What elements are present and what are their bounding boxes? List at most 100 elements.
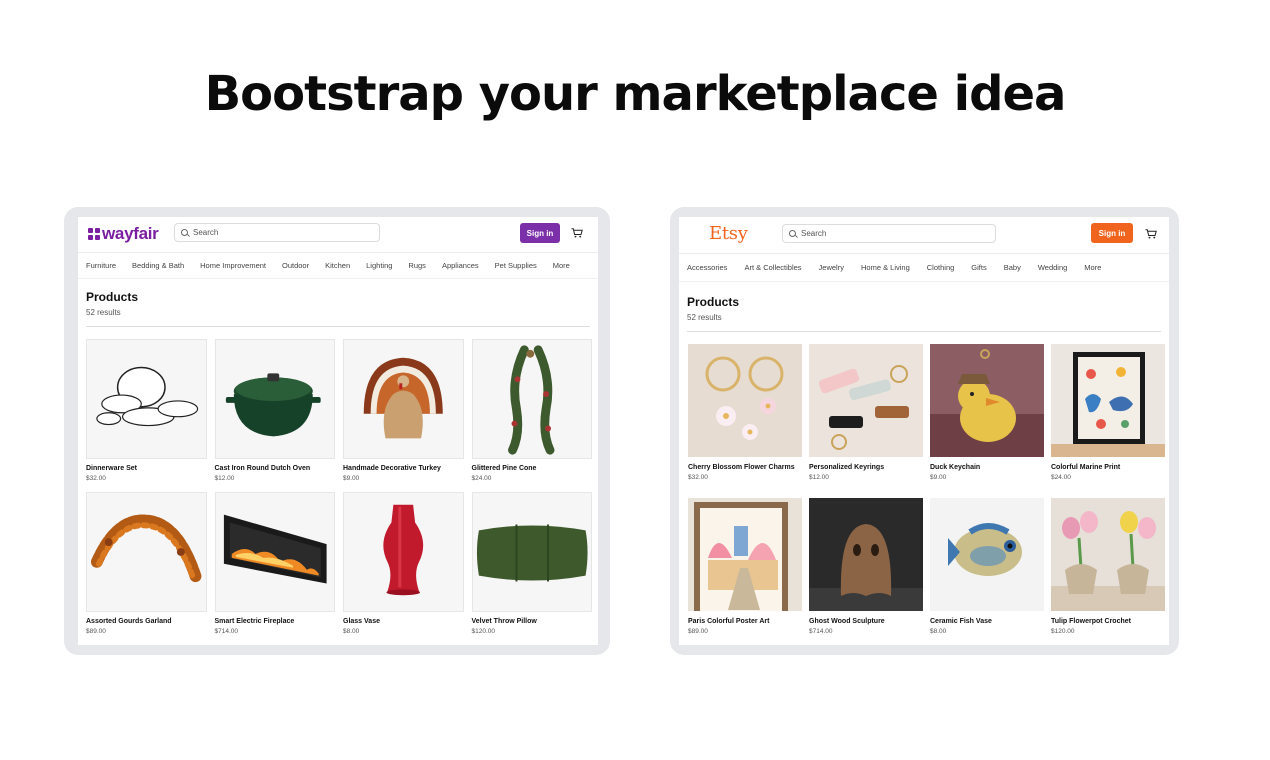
nav-item-rugs[interactable]: Rugs	[408, 261, 426, 270]
product-name: Smart Electric Fireplace	[214, 618, 295, 625]
divider	[687, 331, 1161, 332]
product-card[interactable]: Duck Keychain $9.00	[930, 344, 1044, 498]
dinnerware-image	[86, 339, 207, 459]
product-price: $714.00	[809, 628, 833, 635]
product-price: $9.00	[930, 474, 947, 481]
leaf-garland-image	[86, 492, 207, 612]
wayfair-logo-mark-icon	[88, 228, 100, 240]
nav-item-home-living[interactable]: Home & Living	[861, 263, 910, 272]
product-name: Colorful Marine Print	[1051, 464, 1121, 471]
product-price: $714.00	[214, 628, 239, 635]
product-price: $8.00	[343, 628, 360, 635]
tulip-crochet-image	[1051, 498, 1165, 611]
nav-item-more[interactable]: More	[1084, 263, 1101, 272]
keyrings-image	[809, 344, 923, 457]
wayfair-device-frame: wayfair Search Sign in Furniture Bedding…	[64, 207, 610, 655]
nav-item-home-improvement[interactable]: Home Improvement	[200, 261, 266, 270]
product-name: Ceramic Fish Vase	[930, 618, 992, 625]
etsy-logo[interactable]: Etsy	[709, 223, 748, 244]
nav-item-bedding-bath[interactable]: Bedding & Bath	[132, 261, 184, 270]
product-card[interactable]: Glittered Pine Cone $24.00	[471, 339, 592, 492]
product-price: $120.00	[1051, 628, 1075, 635]
nav-item-lighting[interactable]: Lighting	[366, 261, 392, 270]
product-name: Assorted Gourds Garland	[86, 618, 172, 625]
etsy-header: Etsy Search Sign in	[679, 217, 1169, 254]
etsy-search-input[interactable]: Search	[782, 224, 996, 243]
product-price: $12.00	[809, 474, 829, 481]
cart-icon[interactable]	[571, 228, 583, 238]
product-name: Cast Iron Round Dutch Oven	[214, 465, 311, 472]
search-icon	[789, 230, 796, 237]
fireplace-image	[214, 492, 335, 612]
turkey-image	[343, 339, 464, 459]
nav-item-outdoor[interactable]: Outdoor	[282, 261, 309, 270]
etsy-sign-in-button[interactable]: Sign in	[1091, 223, 1133, 243]
product-card[interactable]: Cherry Blossom Flower Charms $32.00	[688, 344, 802, 498]
search-placeholder: Search	[193, 228, 219, 237]
product-card[interactable]: Handmade Decorative Turkey $9.00	[343, 339, 464, 492]
product-card[interactable]: Paris Colorful Poster Art $89.00	[688, 498, 802, 645]
pillow-image	[471, 492, 592, 612]
nav-item-pet-supplies[interactable]: Pet Supplies	[495, 261, 537, 270]
product-name: Dinnerware Set	[86, 465, 137, 472]
marine-print-image	[1051, 344, 1165, 457]
wayfair-header: wayfair Search Sign in	[78, 217, 598, 253]
keyring-charms-image	[688, 344, 802, 457]
nav-item-kitchen[interactable]: Kitchen	[325, 261, 350, 270]
product-card[interactable]: Colorful Marine Print $24.00	[1051, 344, 1165, 498]
results-count: 52 results	[86, 308, 121, 317]
nav-item-accessories[interactable]: Accessories	[687, 263, 727, 272]
pine-garland-image	[471, 339, 592, 459]
product-card[interactable]: Velvet Throw Pillow $120.00	[471, 492, 592, 645]
nav-item-clothing[interactable]: Clothing	[927, 263, 955, 272]
nav-item-more[interactable]: More	[553, 261, 570, 270]
product-name: Tulip Flowerpot Crochet	[1051, 618, 1131, 625]
product-price: $12.00	[214, 475, 235, 482]
wayfair-screen: wayfair Search Sign in Furniture Bedding…	[78, 217, 598, 645]
paris-poster-image	[688, 498, 802, 611]
product-name: Cherry Blossom Flower Charms	[688, 464, 795, 471]
product-card[interactable]: Glass Vase $8.00	[343, 492, 464, 645]
wayfair-logo[interactable]: wayfair	[88, 224, 159, 244]
product-name: Ghost Wood Sculpture	[809, 618, 885, 625]
product-card[interactable]: Personalized Keyrings $12.00	[809, 344, 923, 498]
results-count: 52 results	[687, 313, 722, 322]
product-name: Duck Keychain	[930, 464, 981, 471]
products-title: Products	[86, 290, 139, 304]
page-headline: Bootstrap your marketplace idea	[204, 66, 1067, 122]
search-placeholder: Search	[801, 229, 827, 238]
red-vase-image	[343, 492, 464, 612]
product-card[interactable]: Assorted Gourds Garland $89.00	[86, 492, 207, 645]
nav-item-appliances[interactable]: Appliances	[442, 261, 479, 270]
duck-keychain-image	[930, 344, 1044, 457]
product-price: $32.00	[688, 474, 708, 481]
product-card[interactable]: Tulip Flowerpot Crochet $120.00	[1051, 498, 1165, 645]
nav-item-wedding[interactable]: Wedding	[1038, 263, 1067, 272]
wayfair-logo-text: wayfair	[102, 224, 159, 243]
cart-icon[interactable]	[1145, 229, 1157, 239]
product-price: $8.00	[930, 628, 947, 635]
nav-item-furniture[interactable]: Furniture	[86, 261, 116, 270]
product-card[interactable]: Cast Iron Round Dutch Oven $12.00	[214, 339, 335, 492]
nav-item-baby[interactable]: Baby	[1004, 263, 1021, 272]
product-card[interactable]: Dinnerware Set $32.00	[86, 339, 207, 492]
nav-item-jewelry[interactable]: Jewelry	[819, 263, 844, 272]
dutch-oven-image	[214, 339, 335, 459]
product-price: $89.00	[86, 628, 106, 635]
wayfair-product-grid: Dinnerware Set $32.00 Cast Iron Round Du…	[86, 339, 592, 645]
product-card[interactable]: Smart Electric Fireplace $714.00	[214, 492, 335, 645]
nav-item-art-collectibles[interactable]: Art & Collectibles	[744, 263, 801, 272]
product-price: $24.00	[1051, 474, 1071, 481]
wayfair-sign-in-button[interactable]: Sign in	[520, 223, 560, 243]
product-name: Paris Colorful Poster Art	[688, 618, 770, 625]
product-price: $32.00	[86, 475, 106, 482]
wayfair-search-input[interactable]: Search	[174, 223, 380, 242]
product-name: Handmade Decorative Turkey	[343, 465, 441, 472]
product-name: Glass Vase	[343, 618, 380, 625]
product-card[interactable]: Ghost Wood Sculpture $714.00	[809, 498, 923, 645]
ghost-sculpture-image	[809, 498, 923, 611]
product-card[interactable]: Ceramic Fish Vase $8.00	[930, 498, 1044, 645]
nav-item-gifts[interactable]: Gifts	[971, 263, 986, 272]
product-price: $24.00	[471, 475, 492, 482]
product-price: $89.00	[688, 628, 708, 635]
